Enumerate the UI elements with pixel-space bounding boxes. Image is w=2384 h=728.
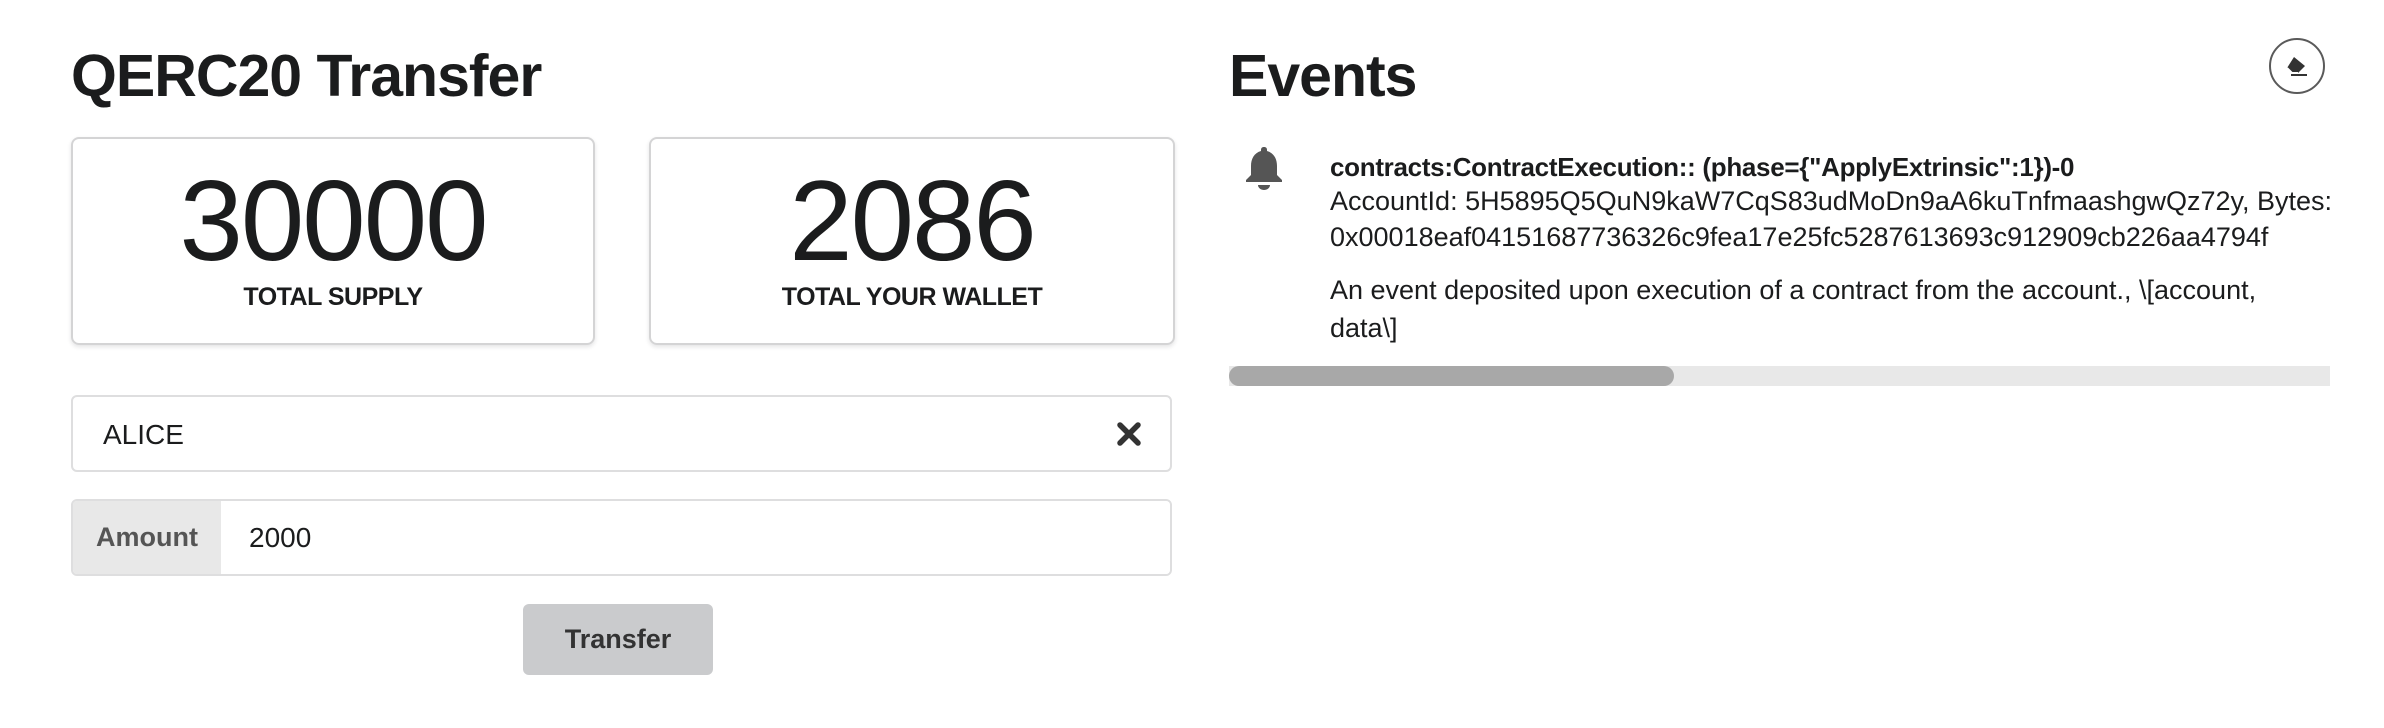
amount-input[interactable] bbox=[221, 501, 1170, 574]
amount-field: Amount bbox=[71, 499, 1172, 576]
clear-events-button[interactable] bbox=[2269, 38, 2325, 94]
event-description: An event deposited upon execution of a c… bbox=[1330, 275, 2257, 343]
bell-icon bbox=[1246, 147, 1282, 190]
transfer-button[interactable]: Transfer bbox=[523, 604, 713, 675]
recipient-selected-value: ALICE bbox=[103, 419, 184, 450]
total-supply-value: 30000 bbox=[179, 158, 488, 285]
amount-label: Amount bbox=[73, 501, 221, 574]
events-panel: Events contracts:ContractExecution:: (ph… bbox=[1229, 0, 2330, 728]
total-wallet-label: TOTAL YOUR WALLET bbox=[781, 283, 1043, 311]
close-icon[interactable] bbox=[1112, 417, 1146, 451]
total-wallet-card: 2086 TOTAL YOUR WALLET bbox=[649, 137, 1175, 345]
scrollbar-thumb[interactable] bbox=[1229, 366, 1674, 386]
event-feed: contracts:ContractExecution:: (phase={"A… bbox=[1229, 137, 2330, 387]
transfer-panel: QERC20 Transfer 30000 TOTAL SUPPLY 2086 … bbox=[71, 0, 1175, 728]
event-header: contracts:ContractExecution:: (phase={"A… bbox=[1330, 152, 2075, 182]
eraser-icon bbox=[2286, 57, 2307, 76]
events-title: Events bbox=[1229, 43, 1417, 109]
event-account-line: AccountId: 5H5895Q5QuN9kaW7CqS83udMoDn9a… bbox=[1330, 186, 2330, 216]
event-content: contracts:ContractExecution:: (phase={"A… bbox=[1330, 151, 2330, 347]
total-supply-card: 30000 TOTAL SUPPLY bbox=[71, 137, 595, 345]
total-supply-label: TOTAL SUPPLY bbox=[243, 283, 423, 311]
transfer-title: QERC20 Transfer bbox=[71, 43, 542, 109]
event-bytes-line: 0x00018eaf04151687736326c9fea17e25fc5287… bbox=[1330, 222, 2269, 252]
page: QERC20 Transfer 30000 TOTAL SUPPLY 2086 … bbox=[0, 0, 2384, 728]
recipient-dropdown[interactable]: ALICE bbox=[71, 395, 1172, 472]
total-wallet-value: 2086 bbox=[789, 158, 1037, 285]
events-horizontal-scrollbar[interactable] bbox=[1229, 366, 2330, 386]
